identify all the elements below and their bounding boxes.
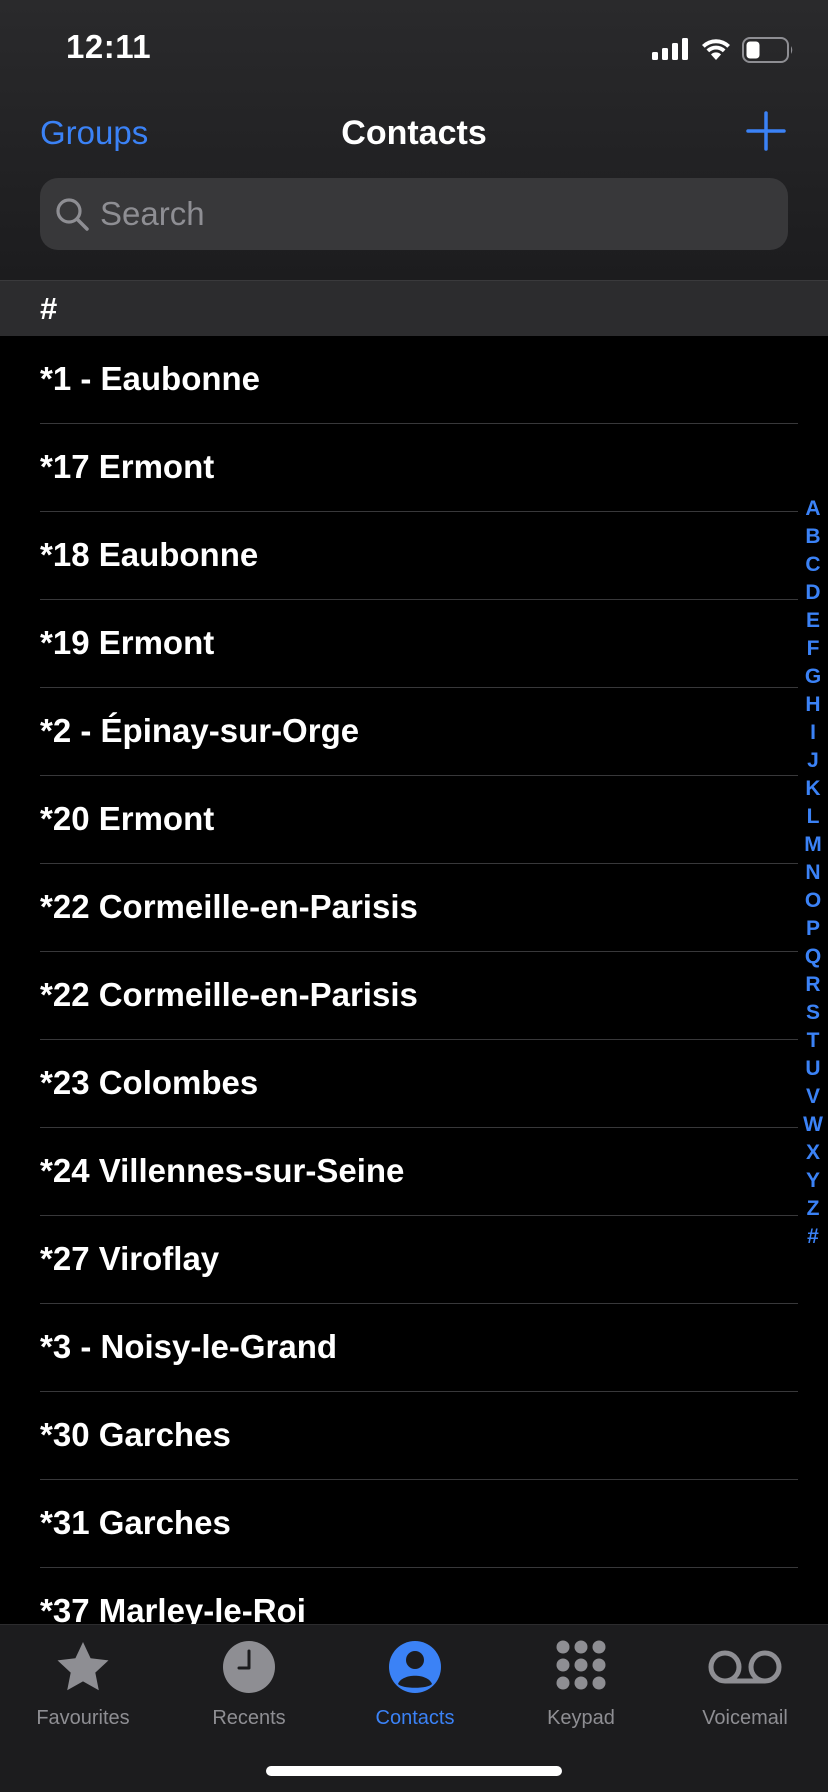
index-letter[interactable]: Q xyxy=(800,943,826,971)
contact-row[interactable]: *24 Villennes-sur-Seine xyxy=(0,1128,828,1216)
cellular-signal-icon xyxy=(652,38,688,60)
search-input[interactable] xyxy=(100,178,760,250)
section-header: # xyxy=(0,280,828,336)
contact-name: *17 Ermont xyxy=(40,448,215,485)
home-indicator[interactable] xyxy=(266,1766,562,1776)
tab-recents[interactable]: Recents xyxy=(166,1625,332,1735)
tab-label: Recents xyxy=(212,1707,286,1729)
contact-row[interactable]: *18 Eaubonne xyxy=(0,512,828,600)
index-letter[interactable]: E xyxy=(800,607,826,635)
index-letter[interactable]: B xyxy=(800,523,826,551)
contact-row[interactable]: *31 Garches xyxy=(0,1480,828,1568)
section-index[interactable]: A B C D E F G H I J K L M N O P Q R S T … xyxy=(800,495,826,1251)
contact-name: *20 Ermont xyxy=(40,800,215,837)
contact-name: *22 Cormeille-en-Parisis xyxy=(40,888,418,925)
tab-voicemail[interactable]: Voicemail xyxy=(662,1625,828,1735)
index-letter[interactable]: # xyxy=(800,1223,826,1251)
index-letter[interactable]: R xyxy=(800,971,826,999)
contact-name: *24 Villennes-sur-Seine xyxy=(40,1152,405,1189)
section-header-label: # xyxy=(40,291,58,326)
contact-row[interactable]: *3 - Noisy-le-Grand xyxy=(0,1304,828,1392)
wifi-icon xyxy=(702,39,730,60)
index-letter[interactable]: W xyxy=(800,1111,826,1139)
index-letter[interactable]: X xyxy=(800,1139,826,1167)
contact-row[interactable]: *19 Ermont xyxy=(0,600,828,688)
contact-name: *23 Colombes xyxy=(40,1064,259,1101)
contact-row[interactable]: *17 Ermont xyxy=(0,424,828,512)
index-letter[interactable]: U xyxy=(800,1055,826,1083)
index-letter[interactable]: G xyxy=(800,663,826,691)
groups-button[interactable]: Groups xyxy=(40,114,148,152)
contacts-list: *1 - Eaubonne *17 Ermont *18 Eaubonne *1… xyxy=(0,336,828,1656)
contact-name: *1 - Eaubonne xyxy=(40,360,261,397)
index-letter[interactable]: A xyxy=(800,495,826,523)
contact-row[interactable]: *22 Cormeille-en-Parisis xyxy=(0,864,828,952)
status-time: 12:11 xyxy=(66,28,152,65)
index-letter[interactable]: V xyxy=(800,1083,826,1111)
battery-icon xyxy=(742,37,793,63)
index-letter[interactable]: C xyxy=(800,551,826,579)
index-letter[interactable]: Y xyxy=(800,1167,826,1195)
clock-icon xyxy=(223,1641,275,1693)
index-letter[interactable]: K xyxy=(800,775,826,803)
contact-row[interactable]: *22 Cormeille-en-Parisis xyxy=(0,952,828,1040)
search-bar[interactable] xyxy=(40,178,788,250)
status-bar: 12:11 xyxy=(0,0,828,100)
index-letter[interactable]: H xyxy=(800,691,826,719)
index-letter[interactable]: S xyxy=(800,999,826,1027)
contact-name: *18 Eaubonne xyxy=(40,536,259,573)
tab-contacts[interactable]: Contacts xyxy=(332,1625,498,1735)
add-contact-button[interactable] xyxy=(745,110,787,152)
index-letter[interactable]: Z xyxy=(800,1195,826,1223)
contact-row[interactable]: *20 Ermont xyxy=(0,776,828,864)
tab-favourites[interactable]: Favourites xyxy=(0,1625,166,1735)
contact-row[interactable]: *2 - Épinay-sur-Orge xyxy=(0,688,828,776)
index-letter[interactable]: L xyxy=(800,803,826,831)
voicemail-icon xyxy=(708,1650,782,1684)
index-letter[interactable]: J xyxy=(800,747,826,775)
tab-label: Contacts xyxy=(375,1707,455,1729)
tab-keypad[interactable]: Keypad xyxy=(498,1625,664,1735)
contact-name: *19 Ermont xyxy=(40,624,215,661)
tab-label: Favourites xyxy=(36,1707,130,1729)
contact-name: *22 Cormeille-en-Parisis xyxy=(40,976,418,1013)
person-circle-icon xyxy=(389,1641,441,1693)
contact-row[interactable]: *1 - Eaubonne xyxy=(0,336,828,424)
index-letter[interactable]: D xyxy=(800,579,826,607)
tab-label: Voicemail xyxy=(702,1707,788,1729)
contact-name: *27 Viroflay xyxy=(40,1240,220,1277)
keypad-icon xyxy=(556,1640,606,1690)
tab-label: Keypad xyxy=(547,1707,615,1729)
index-letter[interactable]: O xyxy=(800,887,826,915)
index-letter[interactable]: M xyxy=(800,831,826,859)
contact-row[interactable]: *23 Colombes xyxy=(0,1040,828,1128)
contact-name: *3 - Noisy-le-Grand xyxy=(40,1328,338,1365)
search-icon xyxy=(56,198,89,231)
contact-row[interactable]: *30 Garches xyxy=(0,1392,828,1480)
star-icon xyxy=(57,1642,109,1691)
contact-name: *30 Garches xyxy=(40,1416,231,1453)
contact-name: *31 Garches xyxy=(40,1504,231,1541)
index-letter[interactable]: T xyxy=(800,1027,826,1055)
index-letter[interactable]: I xyxy=(800,719,826,747)
nav-bar: Groups Contacts xyxy=(0,100,828,170)
index-letter[interactable]: P xyxy=(800,915,826,943)
index-letter[interactable]: N xyxy=(800,859,826,887)
contact-row[interactable]: *27 Viroflay xyxy=(0,1216,828,1304)
contact-name: *2 - Épinay-sur-Orge xyxy=(40,712,360,749)
index-letter[interactable]: F xyxy=(800,635,826,663)
